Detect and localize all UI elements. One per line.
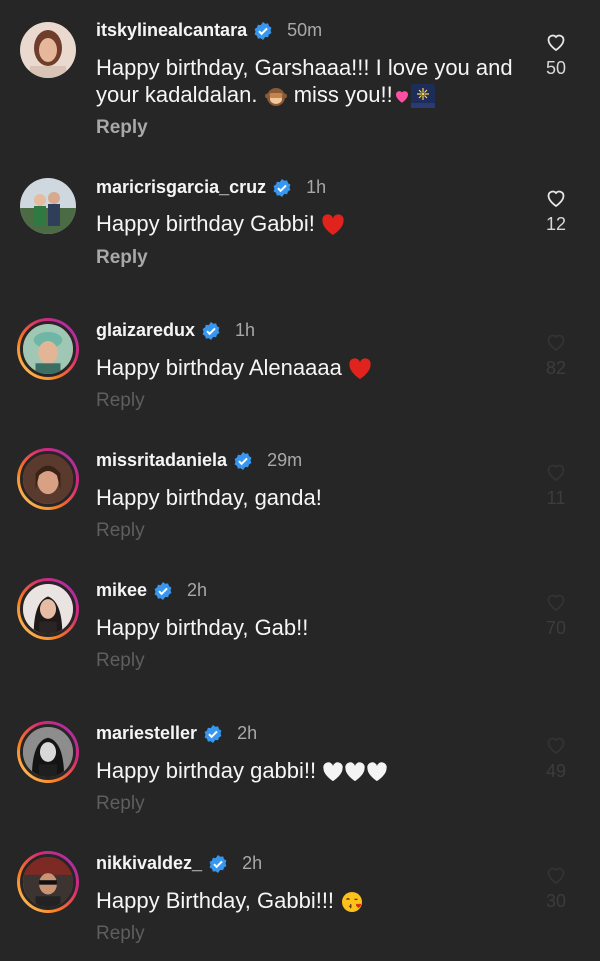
avatar[interactable] <box>17 578 79 640</box>
verified-badge-icon <box>272 178 292 198</box>
like-control: 70 <box>538 590 574 639</box>
comment-text-line: Happy birthday gabbi!! <box>96 758 317 783</box>
see-no-evil-monkey-icon <box>264 84 288 108</box>
like-count: 49 <box>545 761 567 781</box>
like-count: 11 <box>546 488 566 508</box>
comment-text: Happy birthday, ganda! <box>96 485 322 510</box>
username[interactable]: itskylinealcantara <box>96 20 247 41</box>
like-count: 70 <box>545 618 567 638</box>
like-count: 30 <box>545 891 567 911</box>
heart-icon[interactable] <box>538 863 574 887</box>
verified-badge-icon <box>201 321 221 341</box>
heart-icon[interactable] <box>538 733 574 757</box>
like-control: 12 <box>538 186 574 235</box>
comment-text-line: Happy birthday Gabbi! <box>96 211 315 236</box>
reply-button[interactable]: Reply <box>96 247 148 269</box>
timestamp: 2h <box>187 580 208 600</box>
red-heart-icon <box>348 358 372 380</box>
like-control: 50 <box>538 30 574 79</box>
heart-icon[interactable] <box>538 460 574 484</box>
face-blowing-kiss-icon <box>340 890 364 914</box>
reply-button[interactable]: Reply <box>96 650 145 672</box>
avatar[interactable] <box>20 178 76 234</box>
comment-text: Happy birthday Alenaaaa <box>96 354 536 381</box>
username[interactable]: nikkivaldez_ <box>96 853 202 874</box>
verified-badge-icon <box>153 581 173 601</box>
verified-badge-icon <box>208 854 228 874</box>
pink-heart-icon <box>393 87 411 105</box>
like-count: 82 <box>545 358 567 378</box>
verified-badge-icon <box>253 21 273 41</box>
avatar[interactable] <box>20 22 76 78</box>
like-count: 12 <box>545 214 567 234</box>
timestamp: 2h <box>242 853 263 873</box>
reply-button[interactable]: Reply <box>96 923 145 945</box>
avatar[interactable] <box>17 851 79 913</box>
comment-text: Happy birthday Gabbi! <box>96 210 536 237</box>
username[interactable]: mikee <box>96 580 147 601</box>
red-heart-icon <box>321 214 345 236</box>
white-heart-icon <box>366 762 388 782</box>
reply-button[interactable]: Reply <box>96 793 145 815</box>
timestamp: 2h <box>237 723 258 743</box>
comment-text-line-1: Happy birthday, Garshaaa!!! I love you a… <box>96 55 513 80</box>
white-heart-icon <box>322 762 344 782</box>
reply-button[interactable]: Reply <box>96 117 148 139</box>
avatar[interactable] <box>17 448 79 510</box>
username[interactable]: missritadaniela <box>96 450 227 471</box>
timestamp: 29m <box>267 450 303 470</box>
heart-icon[interactable] <box>538 186 574 210</box>
verified-badge-icon <box>203 724 223 744</box>
avatar[interactable] <box>17 721 79 783</box>
reply-button[interactable]: Reply <box>96 520 145 542</box>
comment-text-line: Happy birthday Alenaaaa <box>96 355 342 380</box>
comment-text: Happy birthday, Garshaaa!!! I love you a… <box>96 54 536 109</box>
username[interactable]: glaizaredux <box>96 320 195 341</box>
username[interactable]: maricrisgarcia_cruz <box>96 177 266 198</box>
comment-text: Happy Birthday, Gabbi!!! <box>96 887 536 914</box>
timestamp: 50m <box>287 20 323 40</box>
like-control: 49 <box>538 733 574 782</box>
comment-text-line-2: your kadaldalan. <box>96 82 258 107</box>
avatar[interactable] <box>17 318 79 380</box>
like-control: 11 <box>538 460 574 509</box>
heart-icon[interactable] <box>538 590 574 614</box>
heart-icon[interactable] <box>538 330 574 354</box>
reply-button[interactable]: Reply <box>96 390 145 412</box>
like-control: 30 <box>538 863 574 912</box>
fireworks-icon <box>410 84 435 109</box>
username[interactable]: mariesteller <box>96 723 197 744</box>
comment-text: Happy birthday, Gab!! <box>96 615 309 640</box>
heart-icon[interactable] <box>538 30 574 54</box>
comment-text: Happy birthday gabbi!! <box>96 757 536 784</box>
white-heart-icon <box>344 762 366 782</box>
timestamp: 1h <box>235 320 256 340</box>
verified-badge-icon <box>233 451 253 471</box>
timestamp: 1h <box>306 177 327 197</box>
like-count: 50 <box>545 58 567 78</box>
comment-text-line-3: miss you!! <box>293 82 393 107</box>
comment-text-line: Happy Birthday, Gabbi!!! <box>96 888 335 913</box>
like-control: 82 <box>538 330 574 379</box>
